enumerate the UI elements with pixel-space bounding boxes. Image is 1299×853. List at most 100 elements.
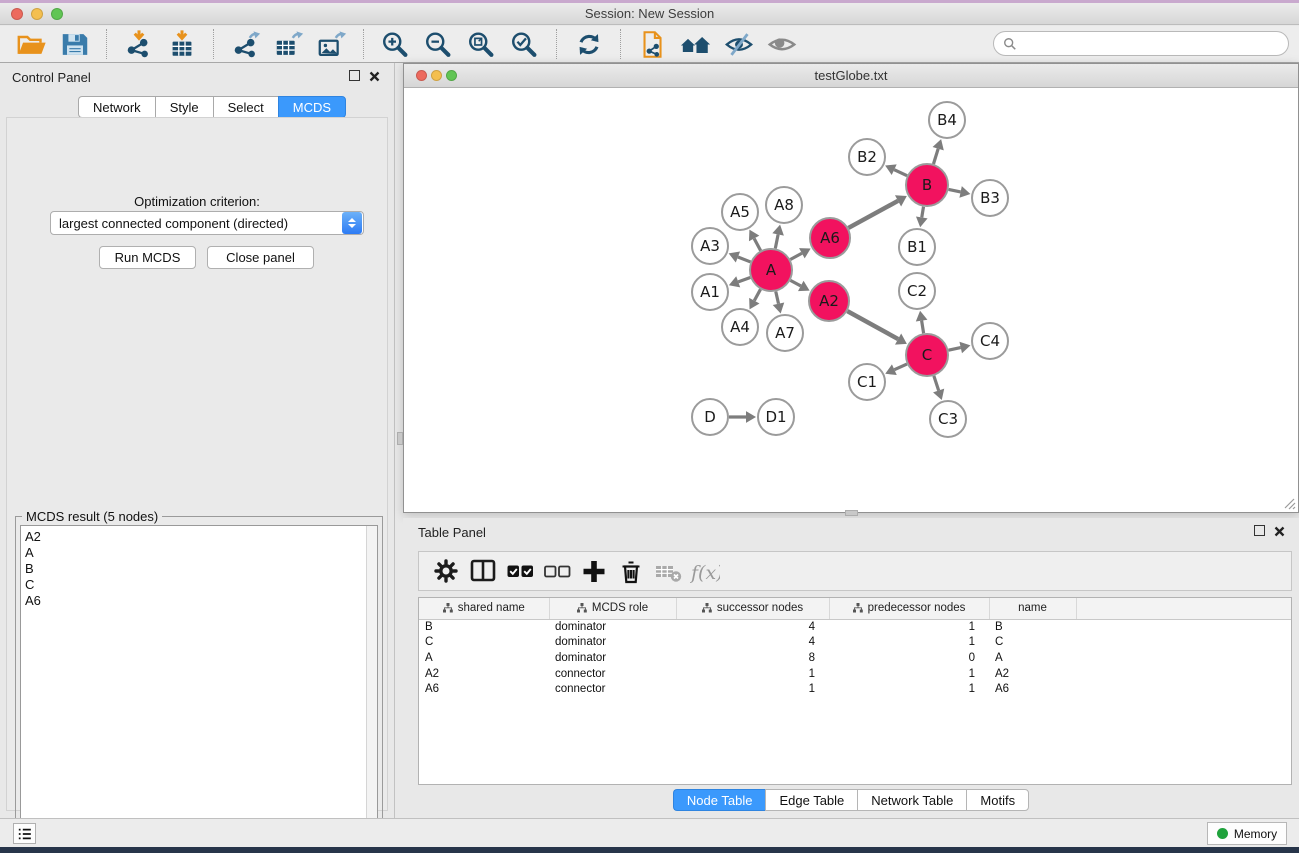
column-header-successor-nodes[interactable]: successor nodes bbox=[676, 598, 829, 619]
export-table-button[interactable] bbox=[267, 28, 310, 60]
add-row-button[interactable] bbox=[575, 554, 612, 588]
criterion-dropdown[interactable]: largest connected component (directed) bbox=[50, 211, 364, 235]
table-cell[interactable]: 1 bbox=[829, 681, 989, 697]
table-row[interactable]: Adominator80A bbox=[419, 650, 1291, 666]
tab-network-table[interactable]: Network Table bbox=[857, 789, 966, 811]
settings-button[interactable] bbox=[427, 554, 464, 588]
zoom-out-button[interactable] bbox=[417, 28, 460, 60]
zoom-selected-button[interactable] bbox=[503, 28, 546, 60]
graph-node-label: B3 bbox=[980, 189, 1000, 207]
network-view-window: testGlobe.txt B4B2BB3A5A8A6A3B1AA1A2C2A4… bbox=[403, 63, 1299, 513]
result-item[interactable]: C bbox=[25, 577, 377, 593]
network-window-titlebar[interactable]: testGlobe.txt bbox=[404, 64, 1298, 88]
select-all-checks-button[interactable] bbox=[501, 554, 538, 588]
delete-table-button[interactable] bbox=[649, 554, 686, 588]
tab-motifs[interactable]: Motifs bbox=[966, 789, 1029, 811]
vertical-splitter-handle[interactable] bbox=[397, 432, 403, 445]
settings-icon bbox=[431, 557, 461, 585]
table-cell[interactable]: dominator bbox=[549, 619, 676, 635]
table-cell[interactable]: 1 bbox=[829, 635, 989, 651]
task-history-button[interactable] bbox=[13, 823, 36, 844]
split-view-icon bbox=[468, 557, 498, 585]
split-view-button[interactable] bbox=[464, 554, 501, 588]
table-row[interactable]: Cdominator41C bbox=[419, 635, 1291, 651]
save-session-button[interactable] bbox=[53, 28, 96, 60]
resize-grip-icon[interactable] bbox=[1282, 496, 1296, 510]
result-scrollbar[interactable] bbox=[366, 526, 377, 849]
mcds-result-list[interactable]: A2ABCA6 bbox=[20, 525, 378, 850]
column-header-MCDS-role[interactable]: MCDS role bbox=[549, 598, 676, 619]
table-cell[interactable]: A bbox=[989, 650, 1076, 666]
column-header-predecessor-nodes[interactable]: predecessor nodes bbox=[829, 598, 989, 619]
tab-node-table[interactable]: Node Table bbox=[673, 789, 766, 811]
table-cell[interactable]: 0 bbox=[829, 650, 989, 666]
horizontal-splitter-handle[interactable] bbox=[845, 510, 858, 516]
search-field[interactable] bbox=[993, 31, 1289, 56]
zoom-in-button[interactable] bbox=[374, 28, 417, 60]
graph-node-label: C4 bbox=[980, 332, 1000, 350]
export-image-button[interactable] bbox=[310, 28, 353, 60]
tab-edge-table[interactable]: Edge Table bbox=[765, 789, 857, 811]
column-header-name[interactable]: name bbox=[989, 598, 1076, 619]
refresh-button[interactable] bbox=[567, 28, 610, 60]
delete-row-button[interactable] bbox=[612, 554, 649, 588]
memory-button[interactable]: Memory bbox=[1207, 822, 1287, 845]
table-cell[interactable]: C bbox=[419, 635, 549, 651]
table-cell[interactable]: A6 bbox=[419, 681, 549, 697]
table-row[interactable]: A6connector11A6 bbox=[419, 681, 1291, 697]
export-network-button[interactable] bbox=[224, 28, 267, 60]
tab-network[interactable]: Network bbox=[78, 96, 155, 118]
import-table-button[interactable] bbox=[160, 28, 203, 60]
node-table[interactable]: shared nameMCDS rolesuccessor nodesprede… bbox=[418, 597, 1292, 785]
hide-details-button[interactable] bbox=[717, 28, 760, 60]
table-cell[interactable]: B bbox=[989, 619, 1076, 635]
hide-details-icon bbox=[723, 30, 755, 59]
table-row[interactable]: Bdominator41B bbox=[419, 619, 1291, 635]
column-header-shared-name[interactable]: shared name bbox=[419, 598, 549, 619]
tab-mcds[interactable]: MCDS bbox=[278, 96, 346, 118]
close-table-panel-icon[interactable] bbox=[1274, 525, 1285, 540]
result-item[interactable]: B bbox=[25, 561, 377, 577]
zoom-fit-button[interactable] bbox=[460, 28, 503, 60]
table-cell[interactable]: A bbox=[419, 650, 549, 666]
table-cell[interactable]: A6 bbox=[989, 681, 1076, 697]
network-graph-canvas[interactable]: B4B2BB3A5A8A6A3B1AA1A2C2A4A7CC1C4C3DD1 bbox=[404, 88, 1298, 512]
table-cell[interactable]: B bbox=[419, 619, 549, 635]
graph-node-label: A1 bbox=[700, 283, 720, 301]
table-cell[interactable]: connector bbox=[549, 666, 676, 682]
deselect-all-checks-button[interactable] bbox=[538, 554, 575, 588]
result-item[interactable]: A2 bbox=[25, 529, 377, 545]
table-cell[interactable]: 1 bbox=[676, 666, 829, 682]
close-panel-icon[interactable] bbox=[369, 70, 380, 85]
clone-network-button[interactable] bbox=[631, 28, 674, 60]
table-cell[interactable]: 4 bbox=[676, 635, 829, 651]
table-cell[interactable]: 1 bbox=[829, 666, 989, 682]
function-builder-button[interactable]: f(x) bbox=[686, 554, 723, 588]
close-panel-button[interactable]: Close panel bbox=[207, 246, 314, 269]
table-cell[interactable]: connector bbox=[549, 681, 676, 697]
import-network-button[interactable] bbox=[117, 28, 160, 60]
table-cell[interactable]: A2 bbox=[419, 666, 549, 682]
tab-style[interactable]: Style bbox=[155, 96, 213, 118]
table-row[interactable]: A2connector11A2 bbox=[419, 666, 1291, 682]
mcds-panel-body: Optimization criterion: largest connecte… bbox=[6, 117, 388, 811]
result-item[interactable]: A bbox=[25, 545, 377, 561]
table-cell[interactable]: 4 bbox=[676, 619, 829, 635]
float-panel-icon[interactable] bbox=[349, 70, 360, 81]
home-button[interactable] bbox=[674, 28, 717, 60]
table-cell[interactable]: dominator bbox=[549, 635, 676, 651]
table-cell[interactable]: 1 bbox=[829, 619, 989, 635]
tab-select[interactable]: Select bbox=[213, 96, 278, 118]
table-cell[interactable]: A2 bbox=[989, 666, 1076, 682]
table-cell[interactable]: 8 bbox=[676, 650, 829, 666]
show-details-button[interactable] bbox=[760, 28, 803, 60]
open-session-button[interactable] bbox=[10, 28, 53, 60]
run-mcds-button[interactable]: Run MCDS bbox=[99, 246, 196, 269]
table-cell[interactable]: dominator bbox=[549, 650, 676, 666]
table-cell[interactable]: 1 bbox=[676, 681, 829, 697]
table-cell[interactable]: C bbox=[989, 635, 1076, 651]
search-input[interactable] bbox=[1017, 34, 1288, 54]
result-item[interactable]: A6 bbox=[25, 593, 377, 609]
graph-node-label: B4 bbox=[937, 111, 957, 129]
float-table-panel-icon[interactable] bbox=[1254, 525, 1265, 536]
